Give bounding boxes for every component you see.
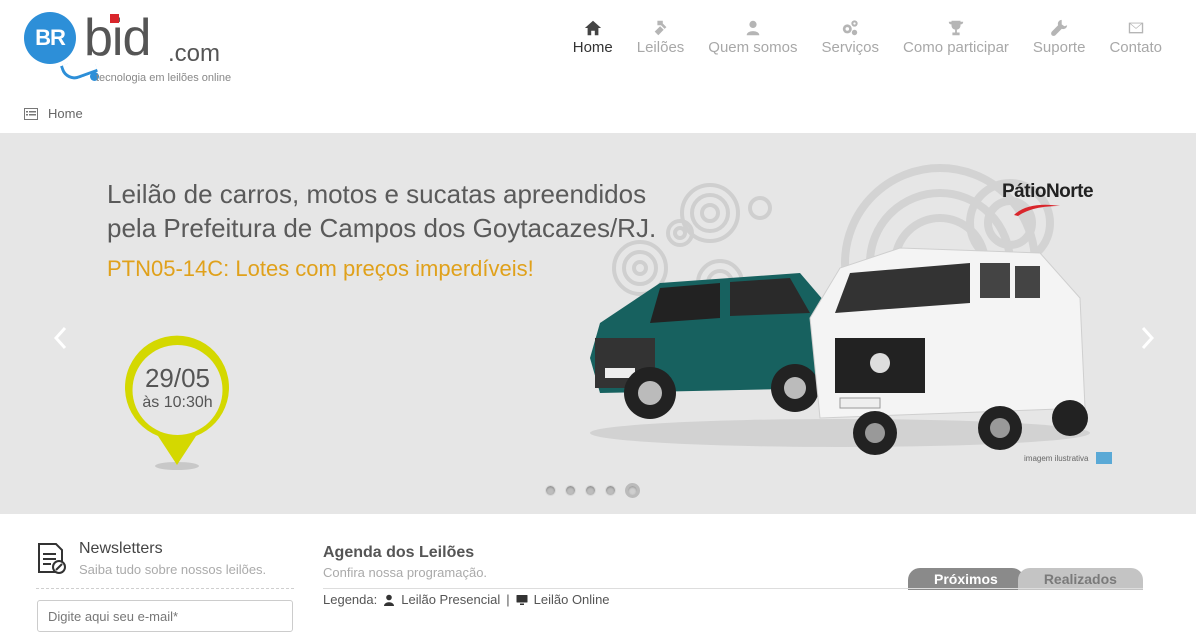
agenda-tabs: Próximos Realizados: [908, 568, 1143, 590]
wrench-icon: [1050, 18, 1068, 38]
vehicles-illustration: [590, 247, 1090, 455]
slider-dot-5[interactable]: [625, 483, 640, 498]
logo-br-badge: BR: [24, 12, 76, 64]
newsletter-document-icon: [38, 543, 66, 574]
slider-prev-button[interactable]: [50, 323, 70, 353]
banner-title-line1: Leilão de carros, motos e sucatas apreen…: [107, 179, 647, 209]
nav-home-label: Home: [572, 39, 613, 56]
nav-servicos[interactable]: Serviços: [810, 18, 892, 56]
patio-norte-text: PátioNorte: [1002, 181, 1094, 202]
brbid-logo[interactable]: BR bid .com tecnologia em leilões online: [22, 9, 252, 90]
slider-dot-2[interactable]: [565, 485, 576, 496]
nav-home[interactable]: Home: [561, 18, 625, 56]
newsletter-title: Newsletters: [79, 540, 163, 557]
nav-leiloes-label: Leilões: [636, 39, 685, 56]
monitor-icon: [516, 594, 528, 605]
nav-quem-somos[interactable]: Quem somos: [696, 18, 809, 56]
nav-quem-somos-label: Quem somos: [708, 39, 798, 56]
auction-time: às 10:30h: [142, 394, 213, 411]
chevron-left-icon: [53, 326, 67, 350]
slider-next-button[interactable]: [1138, 323, 1158, 353]
auction-date: 29/05: [144, 363, 211, 393]
date-pin: 29/05 às 10:30h: [120, 328, 235, 473]
slider-dot-1[interactable]: [545, 485, 556, 496]
gears-icon: [841, 18, 859, 38]
breadcrumb-list-icon: [24, 107, 38, 120]
agenda-legend: Legenda: Leilão Presencial | Leilão Onli…: [323, 592, 610, 607]
newsletter-email-input[interactable]: [37, 600, 293, 632]
nav-como-participar[interactable]: Como participar: [891, 18, 1021, 56]
newsletter-divider: [36, 588, 294, 589]
trophy-icon: [947, 18, 965, 38]
tab-realizados[interactable]: Realizados: [1017, 568, 1143, 590]
nav-servicos-label: Serviços: [821, 39, 880, 56]
site-header: BR bid .com tecnologia em leilões online…: [0, 0, 1196, 100]
legend-separator: |: [506, 592, 510, 607]
logo-tagline: tecnologia em leilões online: [96, 72, 232, 84]
nav-suporte[interactable]: Suporte: [1021, 18, 1098, 56]
nav-como-participar-label: Como participar: [903, 39, 1009, 56]
slider-dots: [545, 483, 640, 498]
banner-subtitle: PTN05-14C: Lotes com preços imperdíveis!: [107, 256, 534, 281]
breadcrumb: Home: [24, 106, 83, 121]
slider-dot-3[interactable]: [585, 485, 596, 496]
user-icon: [744, 18, 762, 38]
illustrative-image-caption: imagem ilustrativa: [1024, 454, 1089, 463]
nav-suporte-label: Suporte: [1032, 39, 1086, 56]
nav-leiloes[interactable]: Leilões: [625, 18, 697, 56]
logo-red-dot: [110, 14, 119, 23]
envelope-icon: [1127, 18, 1145, 38]
auction-agenda: Agenda dos Leilões Confira nossa program…: [323, 544, 1153, 607]
legend-online: Leilão Online: [533, 592, 610, 607]
nav-contato-label: Contato: [1109, 39, 1162, 56]
agenda-divider: [323, 588, 1143, 589]
logo-com-text: .com: [168, 40, 221, 67]
slider-dot-4[interactable]: [605, 485, 616, 496]
gavel-icon: [652, 18, 670, 38]
main-nav: Home Leilões Quem somos Serviços Como pa…: [561, 18, 1174, 56]
newsletter-subtitle: Saiba tudo sobre nossos leilões.: [79, 562, 267, 577]
hero-banner: Leilão de carros, motos e sucatas apreen…: [0, 133, 1196, 514]
agenda-title: Agenda dos Leilões: [323, 544, 475, 561]
patio-swoosh-icon: [1014, 204, 1060, 216]
breadcrumb-home[interactable]: Home: [48, 106, 83, 121]
legend-presencial: Leilão Presencial: [401, 592, 501, 607]
chevron-right-icon: [1141, 326, 1155, 350]
tab-proximos[interactable]: Próximos: [908, 568, 1024, 590]
caption-logo-icon: [1096, 452, 1112, 464]
legend-label: Legenda:: [323, 592, 378, 607]
person-icon: [384, 594, 395, 606]
patio-norte-logo: PátioNorte: [1000, 181, 1110, 221]
home-icon: [584, 18, 602, 38]
nav-contato[interactable]: Contato: [1097, 18, 1174, 56]
